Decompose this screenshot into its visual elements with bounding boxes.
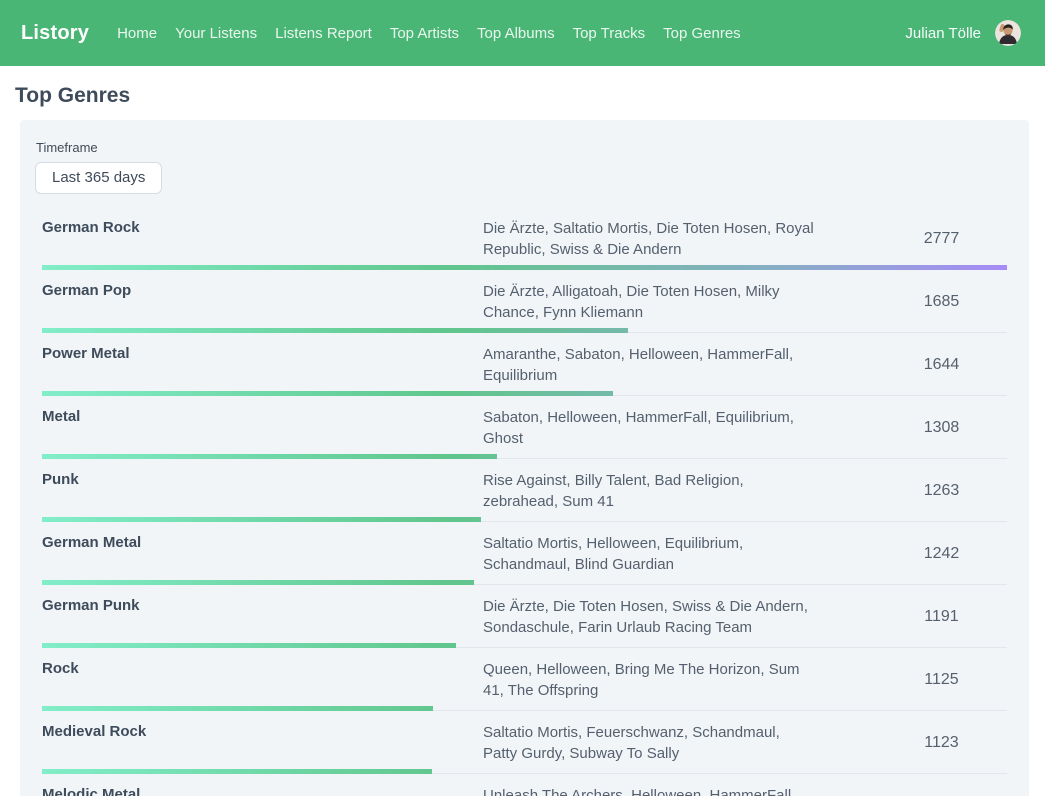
timeframe-select[interactable]: Last 365 days xyxy=(35,162,162,194)
genre-name: Medieval Rock xyxy=(42,711,483,774)
nav-link-top-tracks[interactable]: Top Tracks xyxy=(573,25,646,42)
user-name[interactable]: Julian Tölle xyxy=(905,25,981,42)
main-navigation: Home Your Listens Listens Report Top Artist… xyxy=(117,25,905,42)
user-menu: Julian Tölle xyxy=(905,20,1021,46)
top-genres-card: Timeframe Last 365 days German Rock Die … xyxy=(20,120,1029,796)
genre-artists: Die Ärzte, Alligatoah, Die Toten Hosen, … xyxy=(483,270,818,333)
avatar-photo xyxy=(995,20,1021,46)
genre-count: 1263 xyxy=(818,459,1007,522)
genre-artists: Unleash The Archers, Helloween, HammerFa… xyxy=(483,774,818,796)
nav-link-home[interactable]: Home xyxy=(117,25,157,42)
nav-link-top-albums[interactable]: Top Albums xyxy=(477,25,555,42)
genre-row: German Punk Die Ärzte, Die Toten Hosen, … xyxy=(42,585,1007,648)
genre-count: 1685 xyxy=(818,270,1007,333)
app-logo[interactable]: Listory xyxy=(21,22,89,45)
genre-count: 1644 xyxy=(818,333,1007,396)
genre-row: German Rock Die Ärzte, Saltatio Mortis, … xyxy=(42,207,1007,270)
genre-name: German Metal xyxy=(42,522,483,585)
genre-artists: Sabaton, Helloween, HammerFall, Equilibr… xyxy=(483,396,818,459)
genre-count: 1308 xyxy=(818,396,1007,459)
user-avatar[interactable] xyxy=(995,20,1021,46)
genre-row: German Pop Die Ärzte, Alligatoah, Die To… xyxy=(42,270,1007,333)
genre-artists: Saltatio Mortis, Feuerschwanz, Schandmau… xyxy=(483,711,818,774)
genre-count: 1125 xyxy=(818,648,1007,711)
genre-name: German Rock xyxy=(42,207,483,270)
genre-count: 1002 xyxy=(818,774,1007,796)
genre-name: Punk xyxy=(42,459,483,522)
genre-artists: Rise Against, Billy Talent, Bad Religion… xyxy=(483,459,818,522)
genre-artists: Amaranthe, Sabaton, Helloween, HammerFal… xyxy=(483,333,818,396)
nav-link-top-artists[interactable]: Top Artists xyxy=(390,25,459,42)
genre-count: 2777 xyxy=(818,207,1007,270)
genre-count: 1123 xyxy=(818,711,1007,774)
page-title: Top Genres xyxy=(15,84,1045,108)
top-navbar: Listory Home Your Listens Listens Report To… xyxy=(0,0,1045,66)
genre-row: Rock Queen, Helloween, Bring Me The Hori… xyxy=(42,648,1007,711)
nav-link-listens-report[interactable]: Listens Report xyxy=(275,25,372,42)
genre-artists: Die Ärzte, Saltatio Mortis, Die Toten Ho… xyxy=(483,207,818,270)
genre-artists: Queen, Helloween, Bring Me The Horizon, … xyxy=(483,648,818,711)
timeframe-label: Timeframe xyxy=(36,140,1007,155)
genre-count: 1242 xyxy=(818,522,1007,585)
genre-name: Power Metal xyxy=(42,333,483,396)
genre-count: 1191 xyxy=(818,585,1007,648)
genre-table: German Rock Die Ärzte, Saltatio Mortis, … xyxy=(42,207,1007,796)
genre-name: Melodic Metal xyxy=(42,774,483,796)
nav-link-your-listens[interactable]: Your Listens xyxy=(175,25,257,42)
genre-name: Rock xyxy=(42,648,483,711)
genre-row: Medieval Rock Saltatio Mortis, Feuerschw… xyxy=(42,711,1007,774)
genre-row: Power Metal Amaranthe, Sabaton, Hellowee… xyxy=(42,333,1007,396)
genre-row: Melodic Metal Unleash The Archers, Hello… xyxy=(42,774,1007,796)
genre-name: German Punk xyxy=(42,585,483,648)
genre-name: Metal xyxy=(42,396,483,459)
genre-artists: Die Ärzte, Die Toten Hosen, Swiss & Die … xyxy=(483,585,818,648)
genre-row: German Metal Saltatio Mortis, Helloween,… xyxy=(42,522,1007,585)
genre-row: Metal Sabaton, Helloween, HammerFall, Eq… xyxy=(42,396,1007,459)
genre-artists: Saltatio Mortis, Helloween, Equilibrium,… xyxy=(483,522,818,585)
nav-link-top-genres[interactable]: Top Genres xyxy=(663,25,741,42)
genre-row: Punk Rise Against, Billy Talent, Bad Rel… xyxy=(42,459,1007,522)
genre-name: German Pop xyxy=(42,270,483,333)
